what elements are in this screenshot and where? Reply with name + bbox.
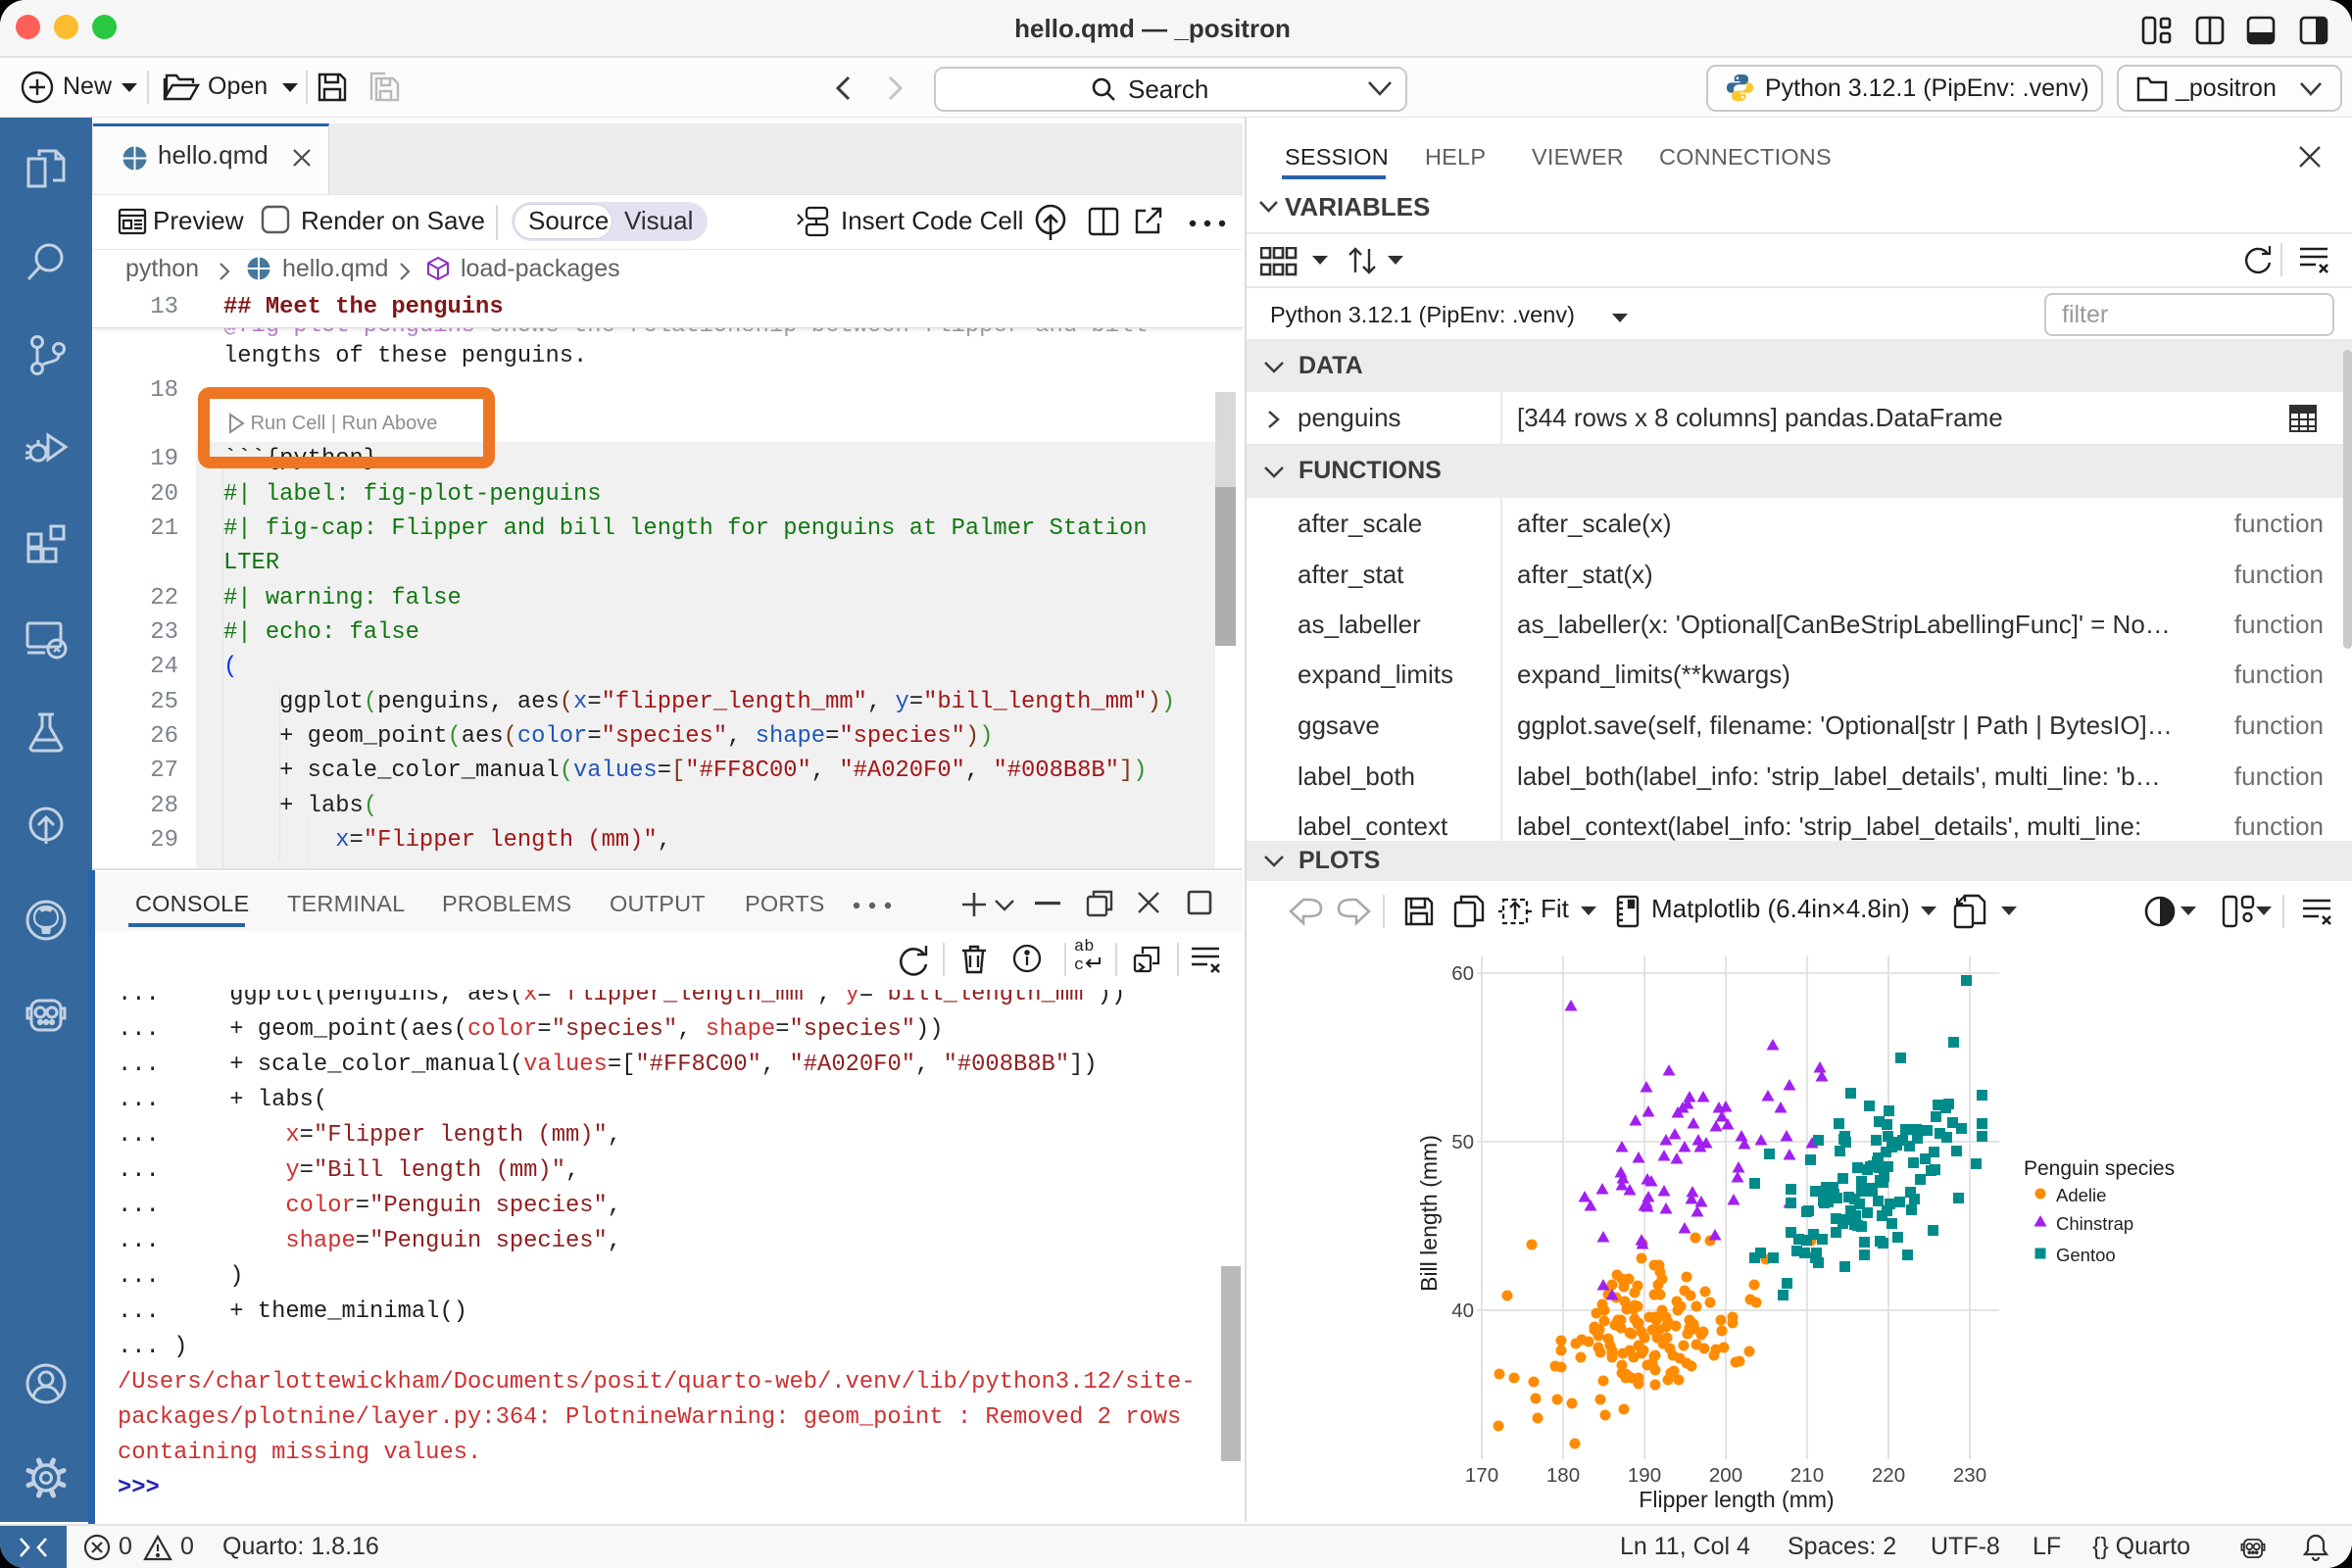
svg-text:170: 170	[1465, 1464, 1498, 1487]
svg-text:Chinstrap: Chinstrap	[2056, 1213, 2133, 1234]
svg-text:190: 190	[1628, 1464, 1661, 1487]
svg-text:210: 210	[1790, 1464, 1824, 1487]
svg-text:Flipper length (mm): Flipper length (mm)	[1639, 1487, 1834, 1512]
svg-text:220: 220	[1872, 1464, 1905, 1487]
svg-text:50: 50	[1451, 1131, 1474, 1153]
svg-text:Gentoo: Gentoo	[2056, 1245, 2116, 1265]
svg-text:180: 180	[1546, 1464, 1580, 1487]
svg-text:200: 200	[1709, 1464, 1742, 1487]
svg-text:40: 40	[1451, 1299, 1474, 1322]
svg-text:Adelie: Adelie	[2056, 1185, 2106, 1205]
svg-text:Penguin species: Penguin species	[2024, 1157, 2175, 1180]
svg-text:230: 230	[1953, 1464, 1986, 1487]
svg-text:60: 60	[1451, 962, 1474, 985]
svg-text:Bill length (mm): Bill length (mm)	[1416, 1135, 1442, 1292]
